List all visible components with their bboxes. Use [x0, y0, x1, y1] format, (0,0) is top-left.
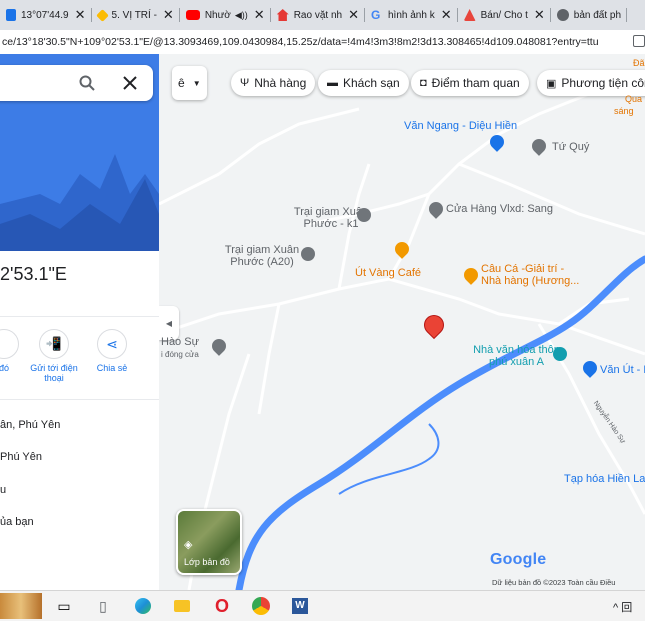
close-icon[interactable] — [123, 76, 137, 90]
house-favicon-icon — [276, 9, 289, 21]
bed-icon: ▬ — [327, 77, 338, 89]
system-tray[interactable]: ^ 回 — [613, 599, 632, 615]
send-to-phone-button[interactable]: 📲 Gửi tới điện thoại — [26, 329, 82, 383]
map-footer[interactable]: Dữ liệu bản đồ ©2023 Toàn cầu Điều — [492, 578, 615, 587]
info-row[interactable]: ân, Phú Yên — [0, 419, 60, 431]
copy-icon[interactable] — [633, 35, 645, 47]
place-label[interactable]: Qua — [625, 94, 642, 104]
building-pin-icon[interactable] — [301, 247, 315, 261]
opera-icon[interactable]: O — [212, 596, 232, 616]
chip-hotels[interactable]: ▬ Khách sạn — [318, 70, 409, 96]
google-logo: Google — [490, 551, 547, 568]
chip-restaurants[interactable]: Ψ Nhà hàng — [231, 70, 316, 96]
chip-transit[interactable]: ▣ Phương tiện côn — [537, 70, 645, 96]
place-label[interactable]: Câu Cá -Giải trí - Nhà hàng (Hương... — [481, 263, 581, 287]
edge-icon[interactable] — [133, 596, 153, 616]
browser-tab[interactable]: 13°07'44.9 ✕ — [0, 0, 92, 30]
shop-favicon-icon — [463, 9, 476, 21]
place-label[interactable]: Văn Út - M — [600, 364, 645, 376]
layers-icon: ◈ — [184, 539, 193, 551]
place-panel: 2'53.1"E đó 📲 Gửi tới điện thoại ⋖ Chia … — [0, 54, 159, 590]
file-icon[interactable]: ▯ — [93, 596, 113, 616]
place-label[interactable]: Trại giam Xuân Phước (A20) — [221, 244, 303, 268]
close-tab-icon[interactable]: ✕ — [348, 7, 359, 23]
taskbar: ▭ ▯ O W ^ 回 — [0, 590, 645, 621]
action-row: đó 📲 Gửi tới điện thoại ⋖ Chia sẻ — [0, 316, 159, 400]
phone-icon: 📲 — [45, 336, 63, 351]
place-label[interactable]: Cửa Hàng Vlxd: Sang — [446, 203, 553, 215]
share-button[interactable]: ⋖ Chia sẻ — [92, 329, 132, 373]
drive-favicon-icon — [95, 8, 109, 22]
browser-tab[interactable]: Ghình ảnh k ✕ — [365, 0, 458, 30]
globe-favicon-icon — [556, 9, 569, 21]
place-label[interactable]: Hào Sự — [161, 336, 199, 348]
search-icon[interactable] — [79, 75, 95, 91]
map-canvas[interactable]: ê ▼ Ψ Nhà hàng ▬ Khách sạn ◘ Điểm tham quan… — [159, 54, 645, 590]
language-button[interactable]: ê ▼ — [172, 66, 207, 100]
bus-icon: ▣ — [546, 77, 557, 90]
chrome-icon[interactable] — [251, 596, 271, 616]
info-row[interactable]: ủa bạn — [0, 516, 34, 528]
audio-playing-icon[interactable]: ◀)) — [235, 10, 248, 21]
place-label[interactable]: Đã — [633, 58, 645, 68]
browser-tab[interactable]: Rao vặt nh ✕ — [271, 0, 366, 30]
fork-knife-icon: Ψ — [240, 77, 250, 89]
browser-tab[interactable]: Nhườ ◀)) ✕ — [180, 0, 271, 30]
word-icon[interactable]: W — [290, 596, 310, 616]
google-favicon-icon: G — [370, 8, 381, 22]
file-explorer-icon[interactable] — [172, 596, 192, 616]
tab-bar: 13°07'44.9 ✕ 5. VỊ TRÍ - ✕ Nhườ ◀)) ✕ Rao vặ… — [0, 0, 645, 30]
browser-tab[interactable]: Bán/ Cho t ✕ — [458, 0, 551, 30]
task-view-icon[interactable]: ▭ — [54, 596, 74, 616]
map-layers-button[interactable]: ◈ Lớp bản đồ — [176, 509, 242, 575]
close-tab-icon[interactable]: ✕ — [534, 7, 545, 23]
place-label[interactable]: Tạp hóa Hiền La — [564, 473, 645, 485]
maps-favicon-icon — [6, 9, 16, 21]
address-bar[interactable]: ce/13°18'30.5"N+109°02'53.1"E/@13.309346… — [0, 30, 645, 55]
building-pin-icon[interactable] — [357, 208, 371, 222]
info-row[interactable]: Phú Yên — [0, 451, 42, 463]
close-tab-icon[interactable]: ✕ — [254, 7, 265, 23]
url-text: ce/13°18'30.5"N+109°02'53.1"E/@13.309346… — [2, 36, 599, 48]
place-banner — [0, 54, 159, 251]
place-label[interactable]: Văn Ngang - Diệu Hiền — [404, 120, 517, 132]
youtube-favicon-icon — [185, 10, 200, 20]
share-icon: ⋖ — [106, 335, 118, 352]
place-label[interactable]: sáng — [614, 106, 634, 116]
info-row[interactable]: u — [0, 484, 6, 496]
collapse-panel-button[interactable]: ◀ — [159, 306, 179, 340]
browser-tab[interactable]: bản đất ph — [551, 0, 628, 30]
close-tab-icon[interactable]: ✕ — [163, 7, 174, 23]
place-label[interactable]: Út Vàng Café — [355, 267, 421, 279]
search-box[interactable] — [0, 65, 153, 101]
action-directions[interactable]: đó — [0, 329, 24, 373]
chevron-left-icon: ◀ — [165, 318, 173, 328]
place-coordinate: 2'53.1"E — [0, 264, 67, 284]
place-label[interactable]: Tứ Quý — [552, 141, 589, 153]
chip-attractions[interactable]: ◘ Điểm tham quan — [411, 70, 529, 96]
browser-tab[interactable]: 5. VỊ TRÍ - ✕ — [92, 0, 181, 30]
widgets-thumbnail[interactable] — [0, 593, 42, 619]
chevron-down-icon[interactable]: ▼ — [193, 79, 201, 88]
close-tab-icon[interactable]: ✕ — [75, 7, 86, 23]
camera-icon: ◘ — [420, 77, 427, 89]
landmark-pin-icon[interactable] — [553, 347, 567, 361]
close-tab-icon[interactable]: ✕ — [441, 7, 452, 23]
place-label[interactable]: i đóng cửa — [161, 350, 199, 359]
